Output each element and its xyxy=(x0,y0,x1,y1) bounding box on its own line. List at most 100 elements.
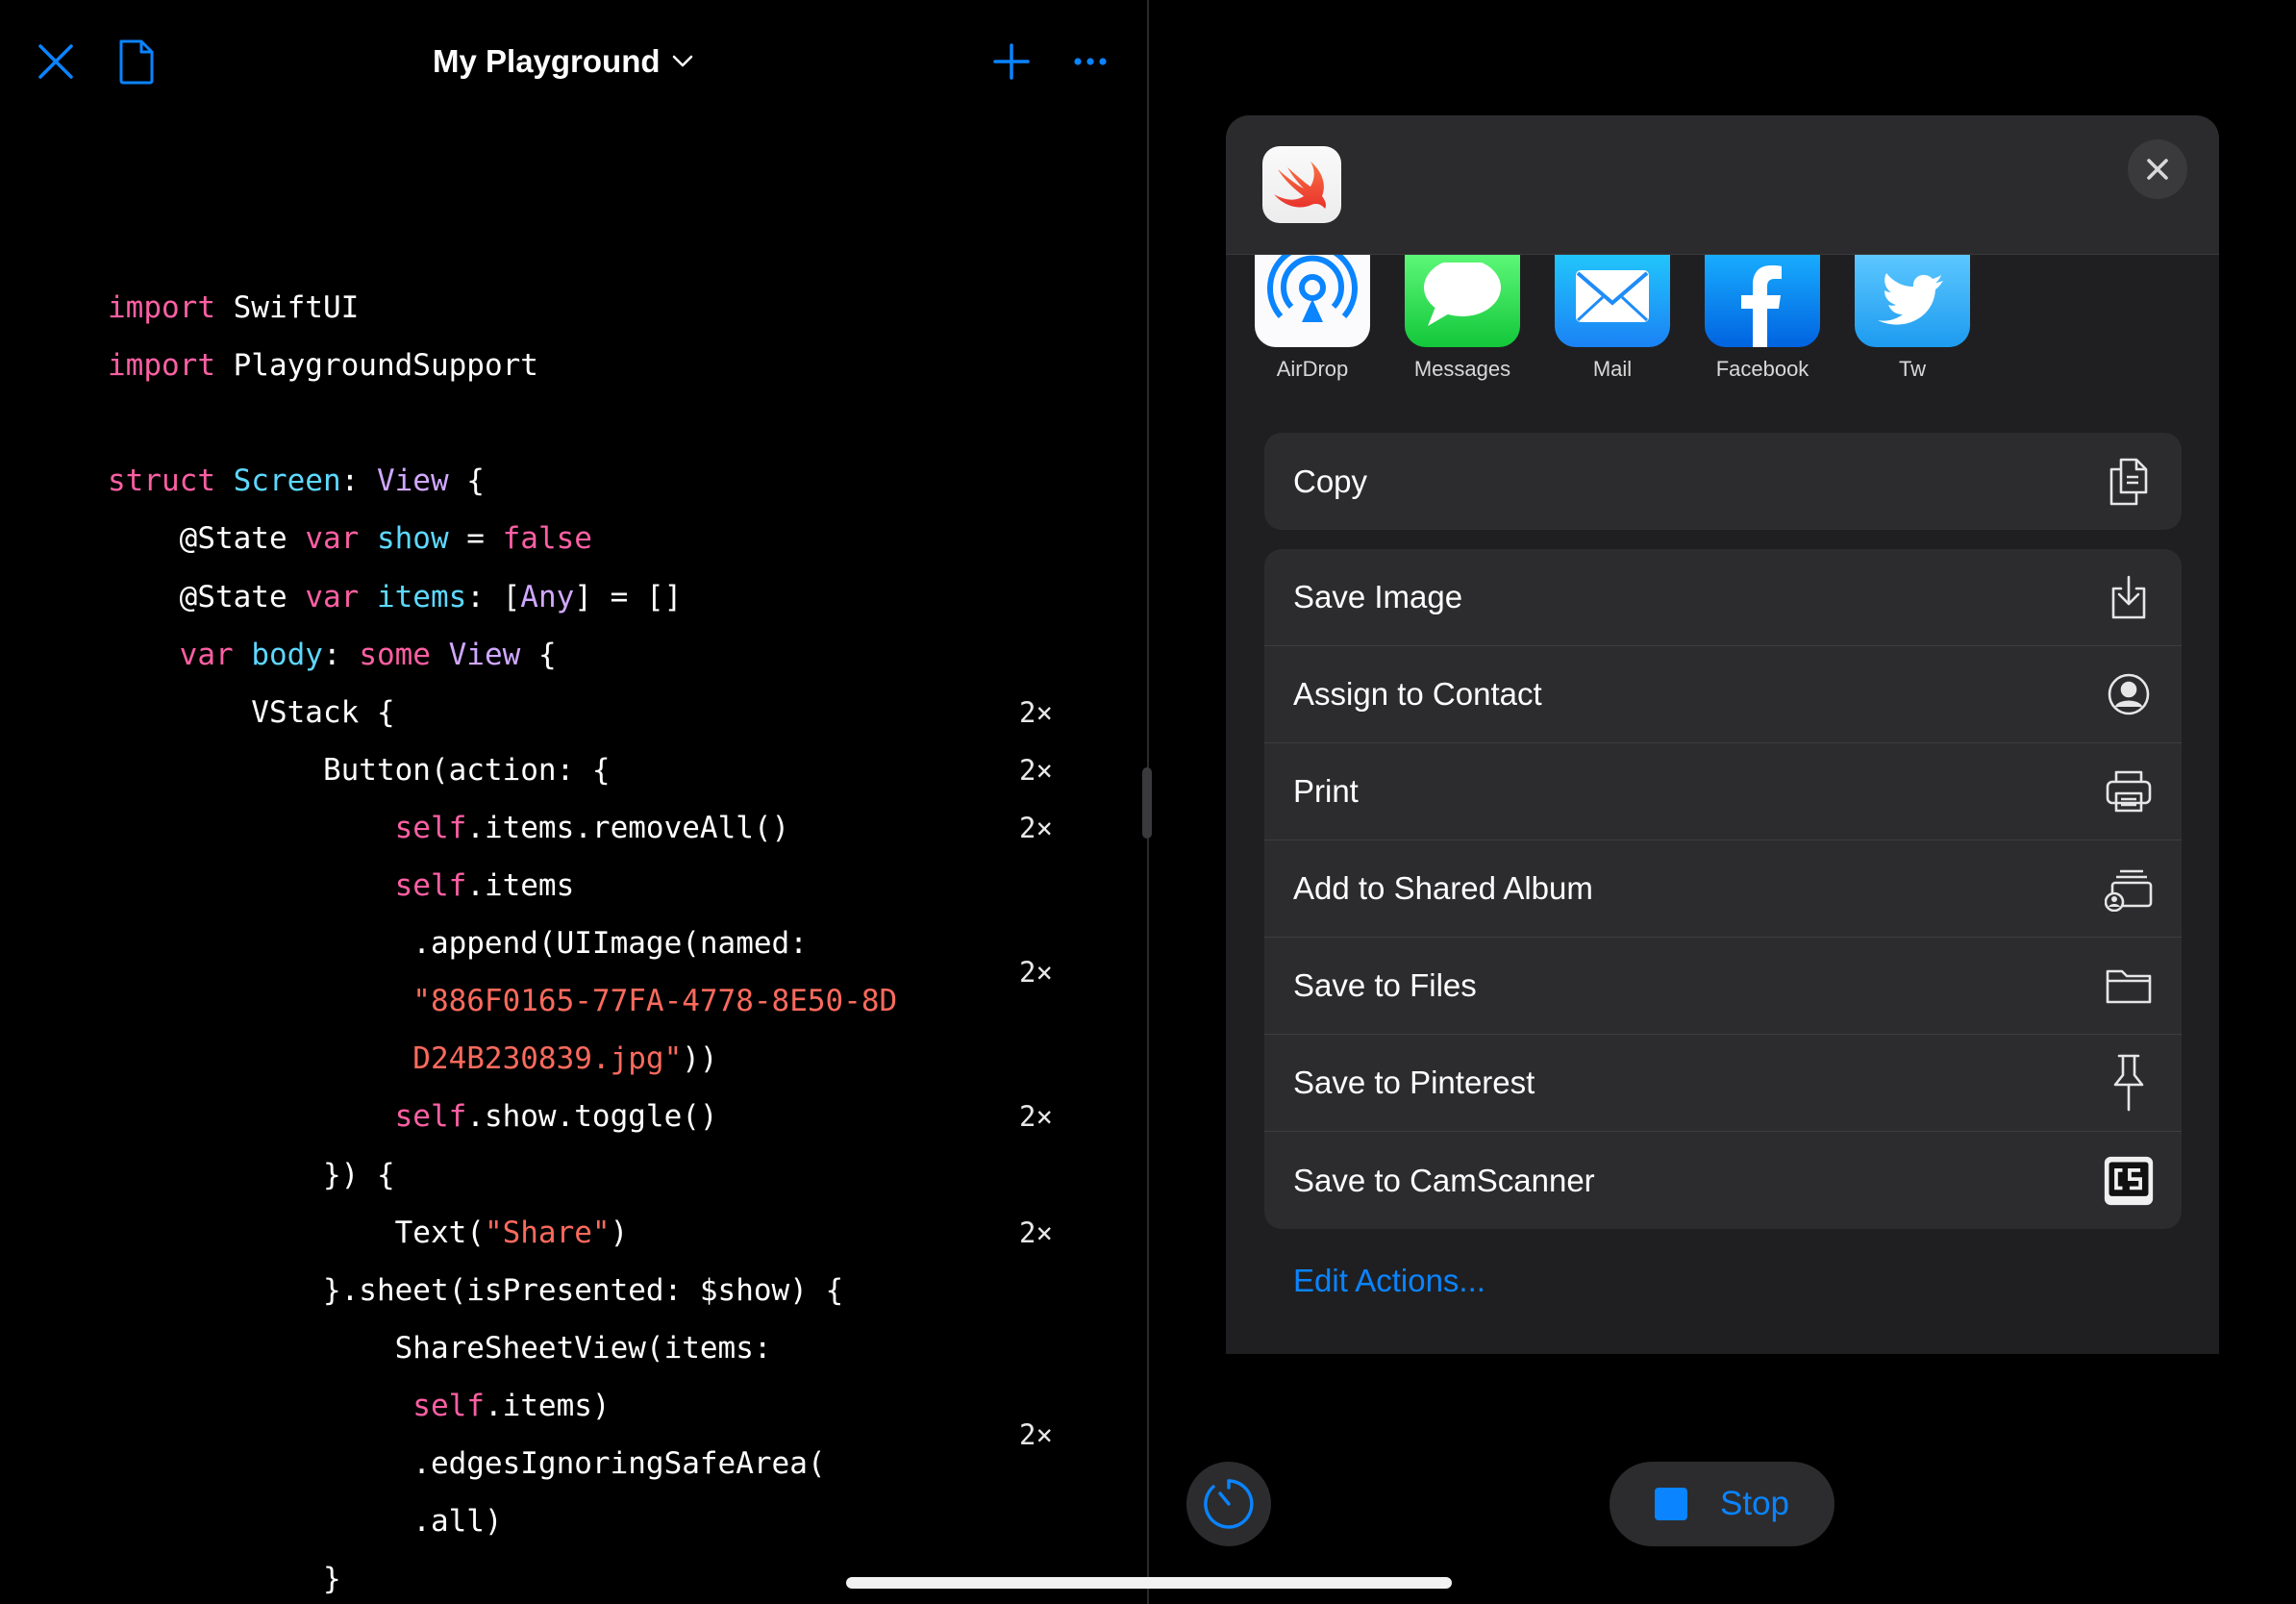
copy-action-group: Copy xyxy=(1264,433,2182,530)
code-line: import PlaygroundSupport xyxy=(108,344,538,387)
folder-icon xyxy=(2103,960,2155,1012)
code-editor-pane: My Playground import SwiftUI import Playg… xyxy=(0,0,1147,1604)
share-sheet: AirDrop Messages Mail Facebook Tw Copy S… xyxy=(1226,115,2219,1354)
split-resize-handle[interactable] xyxy=(1142,767,1152,839)
result-count-badge[interactable]: 2× xyxy=(1019,807,1053,849)
code-line: @State var show = false xyxy=(108,517,592,560)
share-sheet-header xyxy=(1226,115,2219,255)
action-label: Save Image xyxy=(1293,579,1463,614)
source-code[interactable]: import SwiftUI import PlaygroundSupport st… xyxy=(0,0,1147,1604)
code-line: var body: some View { xyxy=(108,634,557,676)
code-line: VStack { xyxy=(108,691,395,734)
code-token: "Share" xyxy=(484,1215,611,1250)
save-image-icon xyxy=(2103,571,2155,623)
messages-icon xyxy=(1405,255,1520,347)
share-targets-row: AirDrop Messages Mail Facebook Tw xyxy=(1226,255,2219,399)
action-save-to-pinterest[interactable]: Save to Pinterest xyxy=(1264,1035,2182,1132)
share-target-airdrop[interactable]: AirDrop xyxy=(1226,255,1399,382)
code-token: import xyxy=(108,290,215,325)
code-token: "886F0165-77FA-4778-8E50-8D xyxy=(108,984,898,1019)
edit-actions-link[interactable]: Edit Actions... xyxy=(1293,1263,1485,1299)
code-line: "886F0165-77FA-4778-8E50-8D xyxy=(108,980,897,1022)
code-token: { xyxy=(520,637,557,672)
code-line: self.items) xyxy=(108,1385,611,1427)
code-token: : xyxy=(322,637,360,672)
code-token: self xyxy=(108,810,467,845)
action-copy[interactable]: Copy xyxy=(1264,433,2182,530)
share-target-label: Mail xyxy=(1592,357,1633,381)
code-token: ShareSheetView(items: xyxy=(108,1330,772,1366)
home-indicator[interactable] xyxy=(846,1577,1452,1589)
code-line: Button(action: { xyxy=(108,749,611,791)
meter-button[interactable] xyxy=(1186,1462,1271,1546)
code-token: View xyxy=(376,464,449,499)
actions-list: Save Image Assign to Contact Print Add t… xyxy=(1264,549,2182,1229)
code-token: items xyxy=(359,579,467,614)
share-target-label: Tw xyxy=(1898,357,1927,381)
code-line: .append(UIImage(named: xyxy=(108,922,808,965)
result-count-badge[interactable]: 2× xyxy=(1019,951,1053,993)
action-label: Save to CamScanner xyxy=(1293,1162,1595,1198)
twitter-icon xyxy=(1855,255,1970,347)
code-line: ShareSheetView(items: xyxy=(108,1327,772,1369)
stop-button[interactable]: Stop xyxy=(1610,1462,1834,1546)
code-token: import xyxy=(108,348,215,384)
share-target-mail[interactable]: Mail xyxy=(1526,255,1699,382)
code-token: { xyxy=(448,464,485,499)
code-token: .items) xyxy=(484,1388,611,1423)
swift-app-icon xyxy=(1262,146,1341,223)
share-target-twitter[interactable]: Tw xyxy=(1826,255,1999,382)
result-count-badge[interactable]: 2× xyxy=(1019,691,1053,734)
pin-icon xyxy=(2103,1054,2155,1112)
code-token: : xyxy=(340,464,377,499)
action-save-image[interactable]: Save Image xyxy=(1264,549,2182,646)
action-add-to-shared-album[interactable]: Add to Shared Album xyxy=(1264,840,2182,938)
code-line: self.show.toggle() xyxy=(108,1095,718,1138)
code-token: Button(action: { xyxy=(108,752,611,788)
result-count-badge[interactable]: 2× xyxy=(1019,749,1053,791)
action-save-to-files[interactable]: Save to Files xyxy=(1264,938,2182,1035)
code-token: @State xyxy=(108,579,306,614)
code-line: @State var items: [Any] = [] xyxy=(108,576,683,618)
code-token: self xyxy=(108,1388,485,1423)
code-token: .append(UIImage(named: xyxy=(108,926,808,962)
result-count-badge[interactable]: 2× xyxy=(1019,1095,1053,1138)
code-token: View xyxy=(430,637,521,672)
shared-album-icon xyxy=(2103,863,2155,915)
action-label: Save to Files xyxy=(1293,967,1477,1003)
code-token: body xyxy=(233,637,323,672)
share-target-facebook[interactable]: Facebook xyxy=(1676,255,1849,382)
code-line: Text("Share") xyxy=(108,1212,629,1254)
code-token: some xyxy=(359,637,431,672)
printer-icon xyxy=(2103,765,2155,817)
action-print[interactable]: Print xyxy=(1264,743,2182,840)
code-token: PlaygroundSupport xyxy=(214,348,538,384)
code-line: import SwiftUI xyxy=(108,287,359,329)
result-count-badge[interactable]: 2× xyxy=(1019,1212,1053,1254)
code-token: Text( xyxy=(108,1215,485,1250)
code-token: .items.removeAll() xyxy=(466,810,790,845)
code-token: false xyxy=(502,521,592,557)
close-share-sheet-button[interactable] xyxy=(2128,139,2187,199)
code-token: ) xyxy=(610,1215,629,1250)
code-line: struct Screen: View { xyxy=(108,460,485,502)
code-token: self xyxy=(108,1099,467,1135)
code-token: } xyxy=(108,1562,341,1597)
code-token: : [ xyxy=(466,579,521,614)
code-token: VStack { xyxy=(108,694,395,730)
result-count-badge[interactable]: 2× xyxy=(1019,1414,1053,1456)
code-token: }.sheet(isPresented: $show) { xyxy=(108,1272,844,1308)
code-token: var xyxy=(305,521,360,557)
code-line: .edgesIgnoringSafeArea( xyxy=(108,1442,825,1485)
code-token: self xyxy=(108,868,467,903)
code-token: ] = [] xyxy=(574,579,683,614)
code-line: }) { xyxy=(108,1154,395,1196)
share-target-messages[interactable]: Messages xyxy=(1376,255,1549,382)
code-token: @State xyxy=(108,521,306,557)
action-label: Assign to Contact xyxy=(1293,676,1542,712)
action-save-to-camscanner[interactable]: Save to CamScanner xyxy=(1264,1132,2182,1229)
facebook-icon xyxy=(1705,255,1820,347)
camscanner-icon xyxy=(2103,1155,2155,1207)
action-assign-to-contact[interactable]: Assign to Contact xyxy=(1264,646,2182,743)
